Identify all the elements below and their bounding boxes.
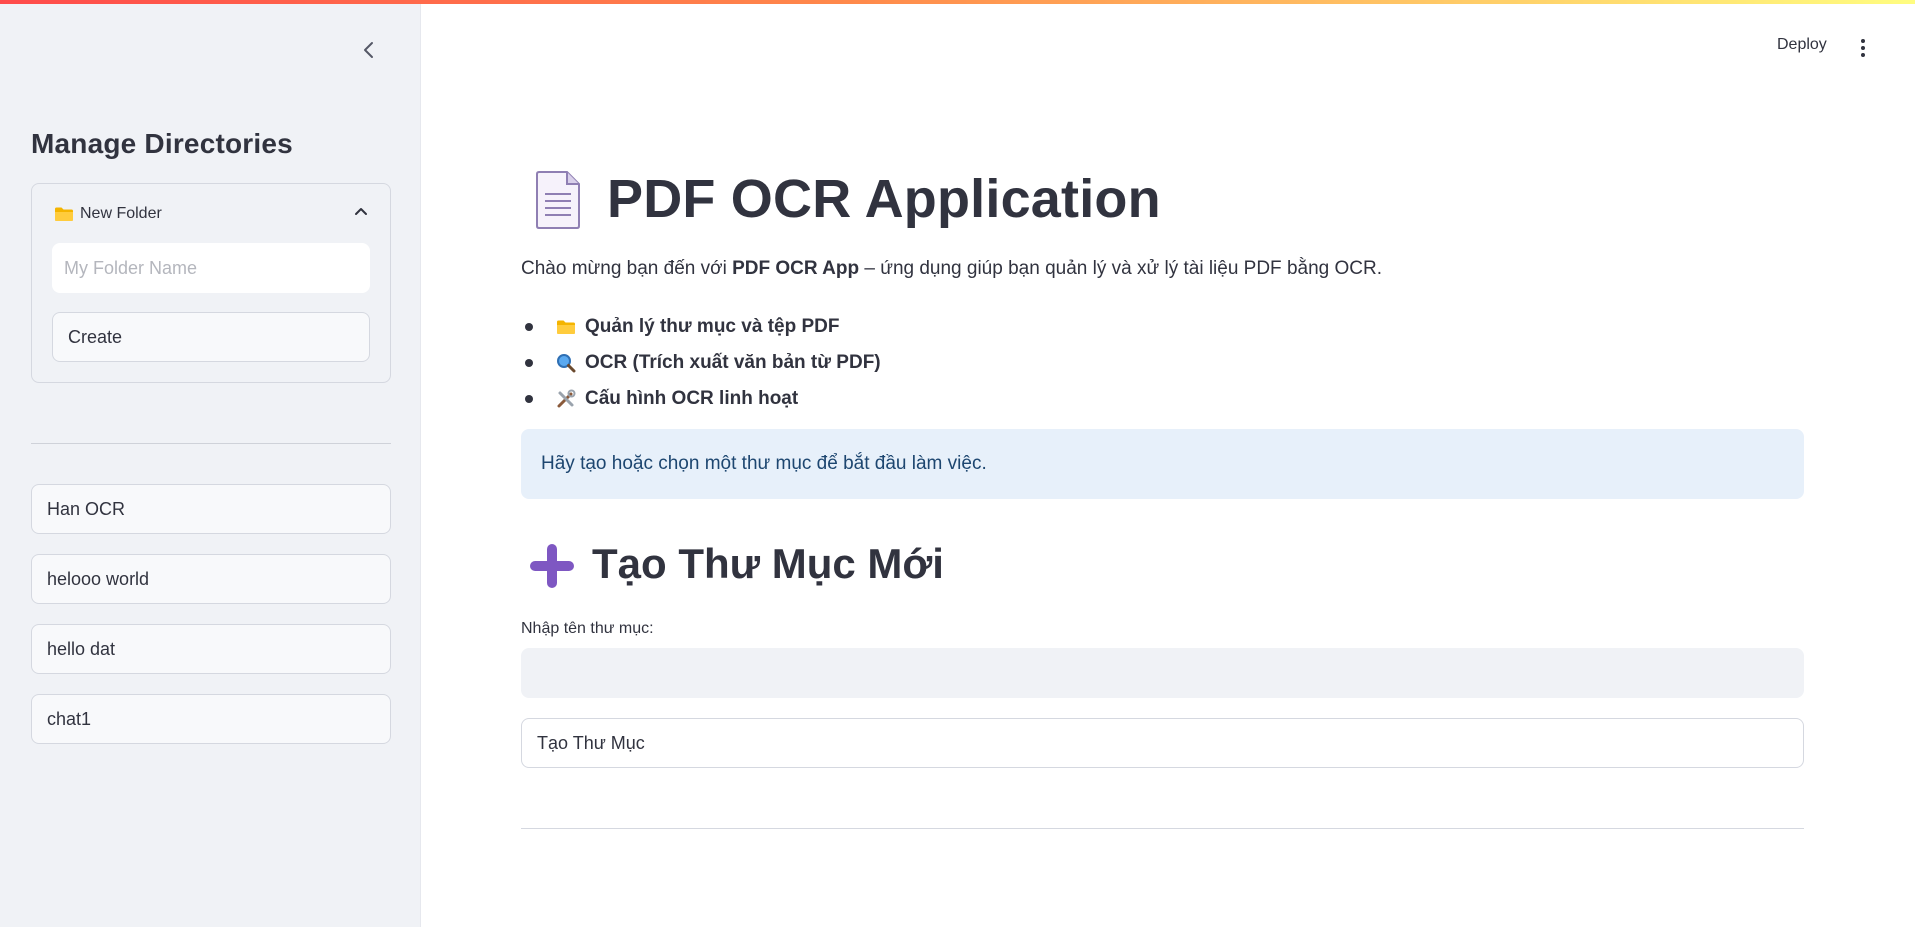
sidebar-title: Manage Directories [31,128,293,159]
list-item: Quản lý thư mục và tệp PDF [521,309,881,345]
chevron-left-icon [364,42,373,58]
magnifier-icon [555,352,577,374]
section-title: Tạo Thư Mục Mới [592,540,944,587]
create-directory-button[interactable]: Tạo Thư Mục [521,718,1804,768]
folder-name-input[interactable] [52,243,370,293]
feature-list: Quản lý thư mục và tệp PDF OCR (Trích xu… [521,309,881,417]
create-folder-button[interactable]: Create [52,312,370,362]
feature-label: Cấu hình OCR linh hoạt [585,388,799,409]
feature-label: OCR (Trích xuất văn bản từ PDF) [585,352,881,373]
top-decoration-bar [0,0,1915,4]
bullet [525,395,533,403]
intro-app-name: PDF OCR App [732,258,860,279]
intro-text-start: Chào mừng bạn đến với [521,258,733,279]
info-alert: Hãy tạo hoặc chọn một thư mục để bắt đầu… [521,429,1804,499]
sidebar-divider [31,443,391,444]
plus-icon [530,544,574,588]
new-folder-expander: New Folder Create [31,183,391,383]
tools-icon [555,388,577,410]
bullet [525,323,533,331]
directory-button-han-ocr[interactable]: Han OCR [31,484,391,534]
expander-label: New Folder [80,205,162,222]
list-item: OCR (Trích xuất văn bản từ PDF) [521,345,881,381]
folder-icon [55,207,73,221]
deploy-button[interactable]: Deploy [1777,36,1827,54]
chevron-up-icon [355,208,367,215]
expander-header[interactable]: New Folder [32,184,390,244]
intro-text: Chào mừng bạn đến với PDF OCR App – ứng … [521,258,1382,280]
folder-icon [555,316,577,338]
main-divider [521,828,1804,829]
folder-name-label: Nhập tên thư mục: [521,620,654,637]
sidebar: Manage Directories New Folder Create Han… [0,0,421,927]
directory-button-hello-dat[interactable]: hello dat [31,624,391,674]
list-item: Cấu hình OCR linh hoạt [521,381,881,417]
intro-text-end: – ứng dụng giúp bạn quản lý và xử lý tài… [859,258,1382,279]
page-title: PDF OCR Application [607,169,1161,229]
feature-label: Quản lý thư mục và tệp PDF [585,316,840,337]
directory-button-helooo-world[interactable]: helooo world [31,554,391,604]
folder-name-field[interactable] [521,648,1804,698]
directory-button-chat1[interactable]: chat1 [31,694,391,744]
kebab-menu-icon[interactable] [1853,36,1873,60]
bullet [525,359,533,367]
collapse-sidebar-button[interactable] [357,38,381,62]
document-icon [536,171,580,229]
